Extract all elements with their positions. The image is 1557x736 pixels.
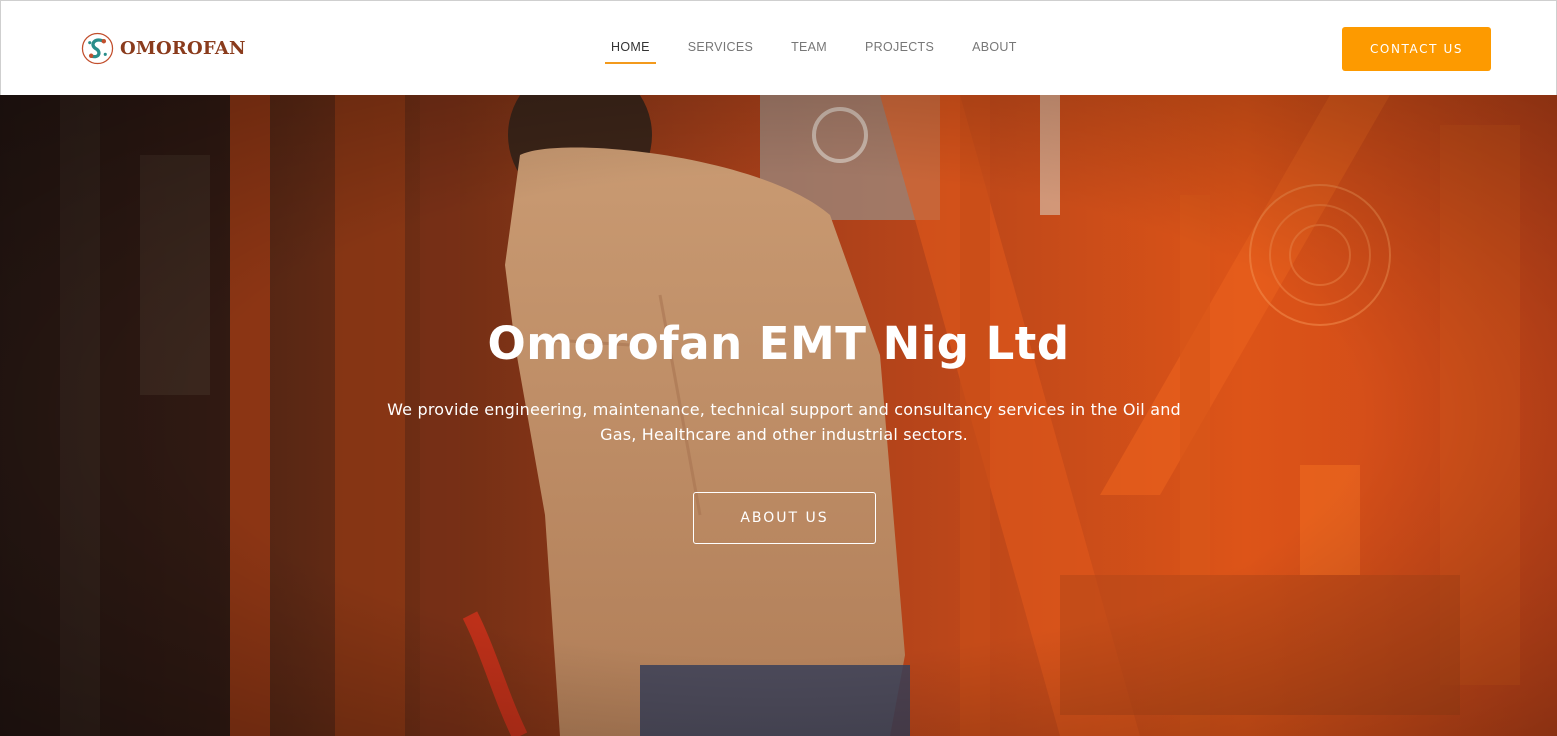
nav-item-team[interactable]: TEAM	[785, 37, 833, 64]
brand-name: OMOROFAN	[120, 37, 246, 59]
nav-item-services[interactable]: SERVICES	[682, 37, 759, 64]
brand-logo[interactable]: OMOROFAN	[81, 31, 246, 65]
hero-section: Omorofan EMT Nig Ltd We provide engineer…	[0, 95, 1557, 736]
nav-item-home[interactable]: HOME	[605, 37, 656, 64]
hero-subtitle: We provide engineering, maintenance, tec…	[387, 400, 1181, 444]
site-header: OMOROFAN HOME SERVICES TEAM PROJECTS ABO…	[0, 0, 1557, 95]
nav-item-about[interactable]: ABOUT	[966, 37, 1023, 64]
contact-us-button[interactable]: CONTACT US	[1342, 27, 1491, 71]
about-us-button[interactable]: ABOUT US	[693, 492, 876, 544]
omorofan-logo-icon	[81, 32, 114, 64]
nav-item-projects[interactable]: PROJECTS	[859, 37, 940, 64]
hero-title: Omorofan EMT Nig Ltd	[487, 317, 1070, 370]
main-nav: HOME SERVICES TEAM PROJECTS ABOUT	[605, 37, 1049, 65]
